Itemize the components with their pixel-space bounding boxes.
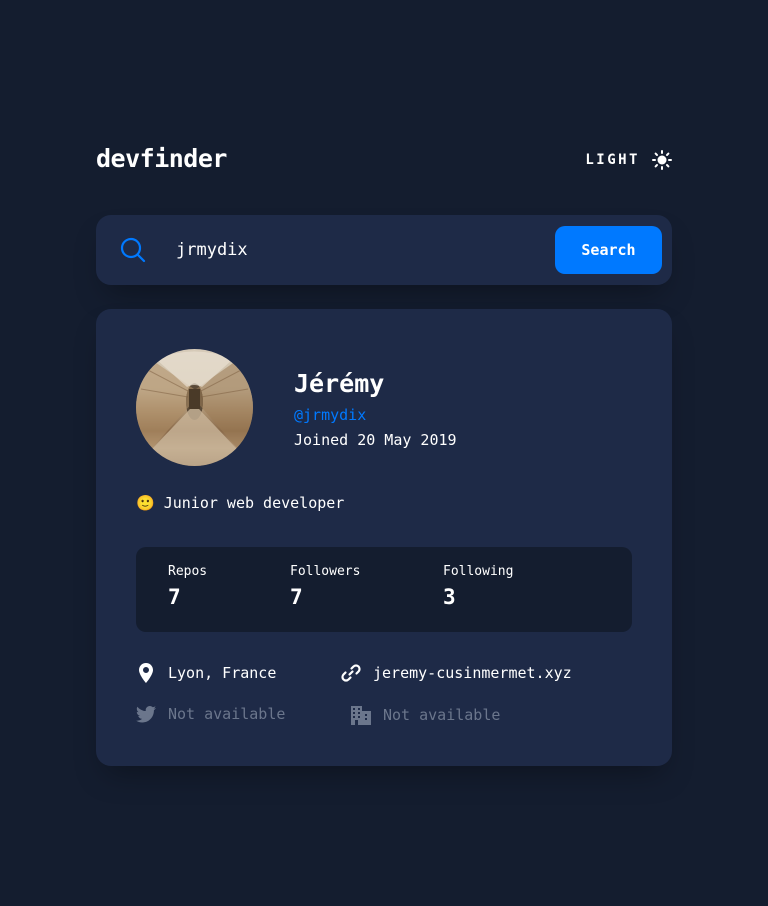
- search-icon: [120, 237, 146, 267]
- twitter-icon: [136, 705, 156, 723]
- header: devfinder LIGHT: [96, 140, 672, 182]
- stat-repos: Repos 7: [168, 564, 207, 609]
- theme-toggle[interactable]: LIGHT: [585, 150, 672, 170]
- stat-following: Following 3: [443, 564, 513, 609]
- search-input[interactable]: [176, 233, 546, 267]
- stats-panel: Repos 7 Followers 7 Following 3: [136, 547, 632, 632]
- profile-name: Jérémy: [294, 369, 385, 398]
- blog-link[interactable]: jeremy-cusinmermet.xyz: [341, 663, 572, 683]
- stat-following-value: 3: [443, 585, 456, 609]
- company-text: Not available: [383, 706, 501, 724]
- company-row: Not available: [351, 705, 500, 725]
- twitter-row: Not available: [136, 705, 285, 723]
- stat-repos-label: Repos: [168, 564, 208, 579]
- location-text: Lyon, France: [168, 664, 277, 682]
- stat-followers: Followers 7: [290, 564, 360, 609]
- profile-bio: 🙂 Junior web developer: [136, 494, 345, 512]
- stat-followers-value: 7: [290, 585, 303, 609]
- avatar: [136, 349, 253, 466]
- profile-card: Jérémy @jrmydix Joined 20 May 2019 🙂 Jun…: [96, 309, 672, 766]
- link-icon: [341, 663, 361, 683]
- join-date: Joined 20 May 2019: [294, 431, 457, 449]
- search-bar: Search: [96, 215, 672, 285]
- blog-text: jeremy-cusinmermet.xyz: [373, 664, 572, 682]
- stat-followers-label: Followers: [290, 564, 361, 579]
- search-button[interactable]: Search: [555, 226, 662, 274]
- location-pin-icon: [136, 663, 156, 683]
- sun-icon: [652, 150, 672, 170]
- theme-toggle-label: LIGHT: [585, 152, 640, 168]
- app-logo: devfinder: [96, 144, 227, 173]
- twitter-text: Not available: [168, 705, 286, 723]
- stat-following-label: Following: [443, 564, 514, 579]
- stat-repos-value: 7: [168, 585, 181, 609]
- location-row: Lyon, France: [136, 663, 276, 683]
- building-icon: [351, 705, 371, 725]
- profile-login-link[interactable]: @jrmydix: [294, 406, 366, 424]
